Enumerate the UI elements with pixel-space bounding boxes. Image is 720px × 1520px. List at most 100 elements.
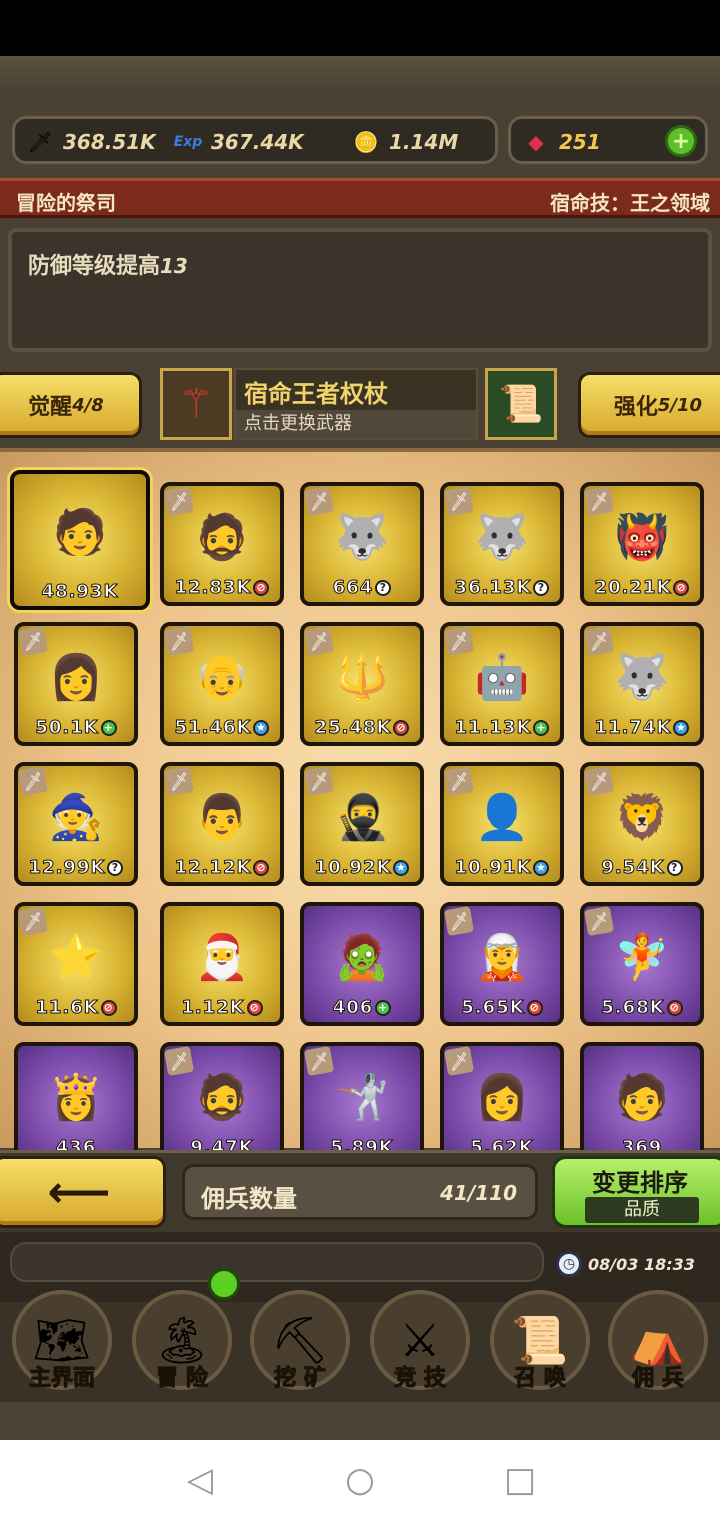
class-icon: ★ — [393, 860, 410, 876]
mercenary-power: 10.92K ★ — [304, 857, 420, 879]
mercenary-card[interactable]: 🗡 🧙 12.99K? — [14, 762, 138, 886]
mercenary-card[interactable]: 🗡 👹 20.21K ⊘ — [580, 482, 704, 606]
mercenary-card[interactable]: 🗡 👴 51.46K ★ — [160, 622, 284, 746]
class-icon: + — [100, 720, 117, 736]
awaken-button[interactable]: 觉醒 4/8 — [0, 372, 142, 438]
mercenary-card[interactable]: 🗡 👤 10.91K ★ — [440, 762, 564, 886]
system-nav-bar: ◁ ○ □ — [0, 1440, 720, 1520]
mercenary-card[interactable]: 🗡 🤺 5.89K — [300, 1042, 424, 1166]
mercenary-card[interactable]: 🧟 406 + — [300, 902, 424, 1026]
class-icon: + — [375, 1000, 392, 1016]
mercenary-power-value: 5.68K — [601, 997, 665, 1019]
mercenary-card[interactable]: 🗡 ⭐ 11.6K ⊘ — [14, 902, 138, 1026]
mercenary-portrait: 🧝 — [474, 932, 530, 984]
attack-value: 368.51K — [63, 130, 156, 154]
mercenary-card[interactable]: 🗡 🧔 12.83K ⊘ — [160, 482, 284, 606]
mercenary-portrait: 🐺 — [614, 652, 670, 704]
gold-resource: 🪙 1.14M — [351, 127, 459, 157]
mercenary-card[interactable]: 🗡 🐺 36.13K? — [440, 482, 564, 606]
mercenary-power: 9.54K? — [584, 857, 700, 879]
mercenary-portrait: 🧑 — [614, 1072, 670, 1124]
mercenary-card[interactable]: 🧑 48.93K — [10, 470, 150, 610]
mercenary-power: 11.74K ★ — [584, 717, 700, 739]
mercenary-card[interactable]: 🗡 🧔 9.47K — [160, 1042, 284, 1166]
exp-value: 367.44K — [211, 130, 304, 154]
mercenary-portrait: 🧟 — [334, 932, 390, 984]
mercenary-power-value: 12.12K — [174, 857, 252, 879]
mercenary-portrait: 🧔 — [194, 1072, 250, 1124]
home-nav-icon[interactable]: ○ — [338, 1458, 382, 1502]
mercenary-power: 12.99K? — [18, 857, 134, 879]
scroll-icon: 📜 — [498, 384, 544, 425]
mercenary-portrait: 👩 — [474, 1072, 530, 1124]
mercenary-portrait: 🧑 — [52, 507, 108, 559]
mercenary-portrait: ⭐ — [48, 932, 104, 984]
mercenary-card[interactable]: 🗡 🦁 9.54K? — [580, 762, 704, 886]
mercenary-portrait: 🧔 — [194, 512, 250, 564]
enhance-label: 强化 — [613, 395, 658, 420]
nav-arena[interactable]: ⚔ 竞 技 — [362, 1272, 478, 1402]
mercenary-card[interactable]: 🗡 🧝 5.65K ⊘ — [440, 902, 564, 1026]
mercenary-card[interactable]: 🧑 369 — [580, 1042, 704, 1166]
bottom-border — [0, 1402, 720, 1440]
class-icon: ★ — [253, 720, 270, 736]
mercenary-card[interactable]: 🗡 🥷 10.92K ★ — [300, 762, 424, 886]
mercenary-card[interactable]: 🗡 👩 50.1K + — [14, 622, 138, 746]
class-icon: ★ — [673, 720, 690, 736]
mercenary-power: 36.13K? — [444, 577, 560, 599]
top-border — [0, 56, 720, 100]
nav-label-main: 主界面 — [28, 1366, 95, 1392]
weapon-selector[interactable]: 宿命王者权杖 点击更换武器 — [234, 368, 478, 440]
recents-nav-icon[interactable]: □ — [498, 1458, 542, 1502]
mercenary-portrait: 👨 — [194, 792, 250, 844]
mercenary-power: 25.48K ⊘ — [304, 717, 420, 739]
mercenary-power: 10.91K ★ — [444, 857, 560, 879]
class-icon: ⊘ — [526, 1000, 543, 1016]
mercenary-card[interactable]: 🗡 🐺 11.74K ★ — [580, 622, 704, 746]
nav-summon[interactable]: 📜 召 唤 — [482, 1272, 598, 1402]
mercenary-portrait: 🤖 — [474, 652, 530, 704]
destiny-skill: 宿命技：王之领域 — [550, 191, 710, 215]
class-icon: ⊘ — [100, 1000, 117, 1016]
mercenary-portrait: 👴 — [194, 652, 250, 704]
weapon-icon-slot[interactable]: ⚚ — [160, 368, 232, 440]
mercenary-portrait: 🐺 — [334, 512, 390, 564]
enhance-value: 5/10 — [657, 394, 703, 416]
mercenary-card[interactable]: 👸 436 — [14, 1042, 138, 1166]
back-button[interactable]: ⟵ — [0, 1156, 166, 1228]
mercenary-power-value: 10.91K — [454, 857, 532, 879]
change-weapon-hint: 点击更换武器 — [236, 410, 476, 438]
resource-bar: 🗡 368.51K Exp 367.44K 🪙 1.14M — [12, 116, 498, 164]
nav-mining[interactable]: ⛏ 挖 矿 — [242, 1272, 358, 1402]
awaken-value: 4/8 — [72, 394, 104, 416]
add-gems-button[interactable]: + — [665, 125, 697, 157]
mercenary-card[interactable]: 🗡 🤖 11.13K + — [440, 622, 564, 746]
class-icon: ? — [533, 580, 550, 596]
mercenary-card[interactable]: 🗡 🔱 25.48K ⊘ — [300, 622, 424, 746]
mercenary-card[interactable]: 🗡 🐺 664? — [300, 482, 424, 606]
mercenary-power: 48.93K — [14, 581, 146, 603]
awaken-label: 觉醒 — [28, 395, 73, 420]
mercenary-card[interactable]: 🗡 👨 12.12K ⊘ — [160, 762, 284, 886]
hero-name: 冒险的祭司 — [16, 191, 116, 215]
enhance-button[interactable]: 强化 5/10 — [578, 372, 720, 438]
count-label: 佣兵数量 — [201, 1185, 297, 1213]
mercenary-card[interactable]: 🗡 🧚 5.68K ⊘ — [580, 902, 704, 1026]
mercenary-portrait: 🦁 — [614, 792, 670, 844]
mercenary-card[interactable]: 🗡 👩 5.62K — [440, 1042, 564, 1166]
mercenary-power-value: 36.13K — [454, 577, 532, 599]
mercenary-card[interactable]: 🎅 1.12K ⊘ — [160, 902, 284, 1026]
class-icon: ⊘ — [253, 860, 270, 876]
sort-button[interactable]: 变更排序 品质 — [552, 1156, 720, 1228]
mercenary-portrait: 🧙 — [48, 792, 104, 844]
scroll-slot[interactable]: 📜 — [485, 368, 557, 440]
mercenary-power-value: 406 — [332, 997, 374, 1019]
scepter-icon: ⚚ — [178, 381, 214, 427]
nav-main[interactable]: 🗺 主界面 — [4, 1272, 120, 1402]
back-nav-icon[interactable]: ◁ — [178, 1458, 222, 1502]
nav-mercenary[interactable]: ⛺ 佣 兵 — [600, 1272, 716, 1402]
mercenary-power: 5.65K ⊘ — [444, 997, 560, 1019]
gold-value: 1.14M — [389, 130, 459, 154]
nav-label-arena: 竞 技 — [394, 1366, 447, 1392]
class-icon: + — [533, 720, 550, 736]
